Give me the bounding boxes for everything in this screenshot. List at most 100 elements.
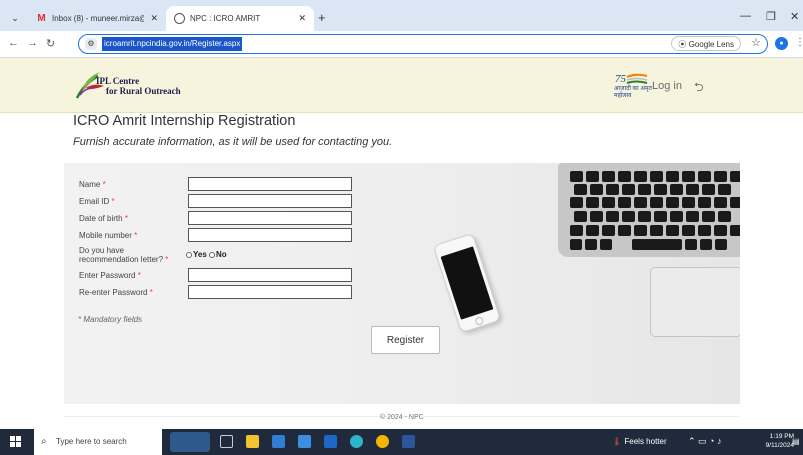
close-tab-icon[interactable]: ✕ [298,6,306,31]
password-input[interactable] [188,268,352,282]
page-subtitle: Furnish accurate information, as it will… [73,136,393,148]
reenter-password-label: Re-enter Password * [79,288,153,297]
register-button[interactable]: Register [371,326,440,354]
clock-date: 9/11/2024 [765,442,794,449]
url-text[interactable]: icroamrit.npcindia.gov.in/Register.aspx [102,37,243,51]
keyboard-key [574,211,587,222]
mail-app-icon[interactable] [298,435,311,448]
profile-avatar[interactable]: ● [775,37,788,50]
keyboard-key [602,171,615,182]
keyboard-key [602,197,615,208]
keyboard-key [682,197,695,208]
recommendation-label: Do you have recommendation letter? * [79,246,169,264]
back-icon[interactable]: ← [8,37,19,49]
keyboard-key [570,225,583,236]
clock-time: 1:19 PM [769,433,794,440]
name-input[interactable] [188,177,352,191]
footer-copyright: © 2024 - NPC [380,414,424,421]
keyboard-key [714,171,727,182]
phone-home-button [474,316,485,327]
keyboard-key [654,211,667,222]
menu-icon[interactable]: ⋮ [795,37,803,48]
phone-screen [440,246,494,320]
logo-text: IPL Centre for Rural Outreach [96,76,181,96]
keyboard-key [585,239,597,250]
keyboard-key [634,225,647,236]
search-icon: ⌕ [41,436,47,447]
reenter-password-input[interactable] [188,285,352,299]
yes-radio[interactable]: Yes [186,250,207,259]
ipl-centre-logo[interactable]: IPL Centre for Rural Outreach [74,68,204,102]
keyboard-key [700,239,712,250]
mobile-input[interactable] [188,228,352,242]
taskbar-search-placeholder: Type here to search [56,437,127,446]
keyboard-key [670,184,683,195]
edge-browser-icon[interactable] [350,435,363,448]
keyboard-key [586,225,599,236]
forward-icon[interactable]: → [27,37,38,49]
svg-text:75: 75 [615,73,627,85]
keyboard-key [618,197,631,208]
address-bar[interactable]: ⚙ icroamrit.npcindia.gov.in/Register.asp… [78,34,768,54]
close-tab-icon[interactable]: ✕ [150,6,158,31]
login-link[interactable]: Log in [652,80,682,92]
thermometer-icon: 🌡 [612,437,623,446]
amrit-mahotsav-text: आज़ादी का अमृत महोत्सव [614,86,652,99]
registration-panel: Name * Email ID * Date of birth * Mobile… [64,163,740,404]
keyboard-key [618,171,631,182]
recommendation-radio-group: Yes No [186,250,227,259]
bookmark-star-icon[interactable]: ☆ [751,36,761,49]
keyboard-key [570,171,583,182]
keyboard-key [654,184,667,195]
keyboard-key [574,184,587,195]
minimize-icon[interactable]: — [740,10,751,22]
no-radio[interactable]: No [209,250,227,259]
keyboard-key [634,171,647,182]
keyboard-key [590,211,603,222]
keyboard-key [718,184,731,195]
weather-widget[interactable]: 🌡 Feels hotter [612,437,667,446]
mobile-label: Mobile number * [79,231,138,240]
tab-title: NPC : ICRO AMRIT [190,14,261,23]
site-info-icon[interactable]: ⚙ [85,38,97,50]
taskbar-clock[interactable]: 1:19 PM 9/11/2024 [764,432,794,450]
notification-icon[interactable]: ▤ [792,437,800,446]
keyboard-key [718,211,731,222]
keyboard-key [622,211,635,222]
keyboard-key [570,197,583,208]
news-widget-icon[interactable] [170,432,210,452]
taskbar-search-box[interactable]: ⌕ Type here to search [34,429,162,455]
dob-input[interactable] [188,211,352,225]
new-tab-button[interactable]: + [318,10,326,25]
trackpad-image [650,267,740,337]
keyboard-image [570,171,740,253]
word-app-icon[interactable] [402,435,415,448]
tab-title: Inbox (8) - muneer.mirza@aiss [52,14,144,23]
window-close-icon[interactable]: ✕ [790,10,799,23]
keyboard-key [730,225,740,236]
store-app-icon[interactable] [324,435,337,448]
maximize-icon[interactable]: ❐ [766,10,776,23]
calendar-app-icon[interactable] [272,435,285,448]
system-tray-icons[interactable]: ⌃ ▭ ◔ ♪ [688,436,721,447]
keyboard-key [730,197,740,208]
windows-start-icon[interactable] [10,436,22,448]
logo-line1: IPL Centre [96,76,140,86]
task-view-icon[interactable] [220,435,233,448]
google-lens-label: Google Lens [688,40,734,49]
chrome-browser-icon[interactable] [376,435,389,448]
browser-tabstrip: ⌄ M Inbox (8) - muneer.mirza@aiss ✕ NPC … [0,0,803,31]
reload-icon[interactable]: ↻ [46,37,55,50]
weather-text: Feels hotter [624,437,667,446]
file-explorer-icon[interactable] [246,435,259,448]
email-input[interactable] [188,194,352,208]
email-label: Email ID * [79,197,115,206]
keyboard-key [586,197,599,208]
login-icon[interactable]: ⮌ [694,78,704,99]
tab-search-icon[interactable]: ⌄ [6,9,24,27]
tab-npc-icro-amrit[interactable]: NPC : ICRO AMRIT ✕ [166,6,314,31]
logo-line2: for Rural Outreach [106,86,181,96]
tab-inbox[interactable]: M Inbox (8) - muneer.mirza@aiss ✕ [28,6,166,31]
keyboard-key [715,239,727,250]
google-lens-button[interactable]: ⦿ Google Lens [671,36,741,51]
